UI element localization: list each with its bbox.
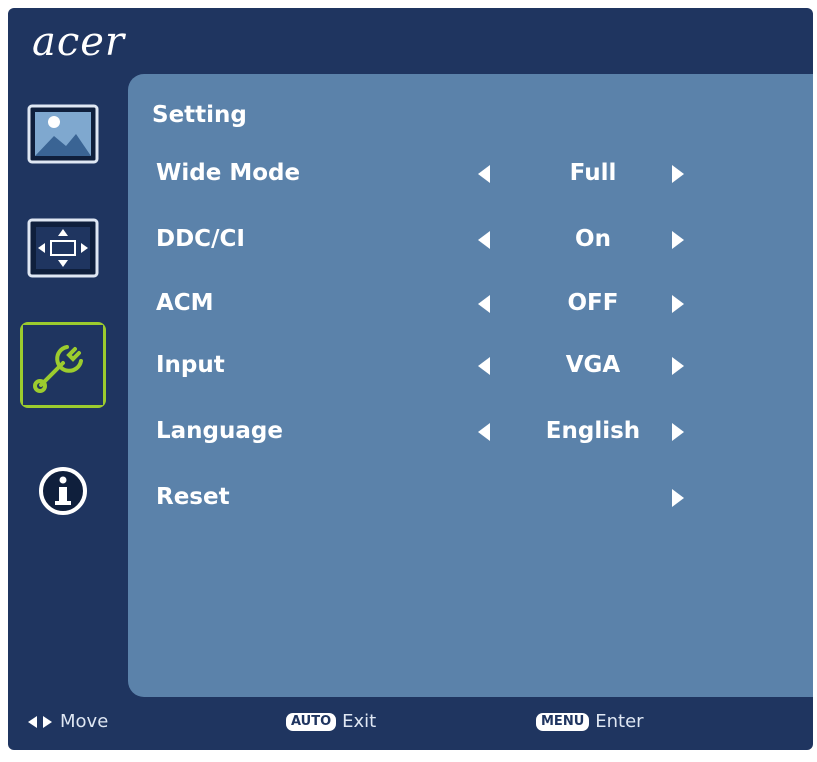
right-arrow-icon[interactable]: [666, 354, 690, 378]
row-value: On: [575, 226, 611, 252]
right-arrow-icon[interactable]: [666, 292, 690, 316]
menu-key-badge: MENU: [536, 712, 590, 731]
footer-enter: MENU Enter: [536, 711, 644, 732]
right-arrow-icon[interactable]: [666, 420, 690, 444]
setting-row-reset[interactable]: Reset: [128, 478, 813, 518]
row-label: Input: [156, 352, 225, 378]
footer-exit-label: Exit: [342, 711, 377, 732]
row-value: OFF: [567, 290, 619, 316]
row-label: ACM: [156, 290, 214, 316]
wrench-setting-icon[interactable]: [20, 322, 106, 408]
row-value: Full: [569, 160, 617, 186]
right-arrow-icon[interactable]: [666, 162, 690, 186]
footer-enter-label: Enter: [595, 711, 644, 732]
row-label: Wide Mode: [156, 160, 301, 186]
setting-row-acm[interactable]: ACM OFF: [128, 284, 813, 324]
setting-row-language[interactable]: Language English: [128, 412, 813, 452]
left-arrow-icon[interactable]: [472, 292, 496, 316]
row-label: DDC/CI: [156, 226, 245, 252]
left-arrow-icon[interactable]: [472, 228, 496, 252]
row-label: Language: [156, 418, 283, 444]
acer-logo: acer: [32, 19, 126, 65]
settings-panel: Setting Wide Mode Full DDC/CI On ACM OFF…: [128, 74, 813, 697]
left-right-arrows-icon: [28, 715, 52, 728]
info-icon[interactable]: [24, 456, 102, 526]
setting-row-ddc-ci[interactable]: DDC/CI On: [128, 220, 813, 260]
footer-exit: AUTO Exit: [286, 711, 376, 732]
setting-row-wide-mode[interactable]: Wide Mode Full: [128, 154, 813, 194]
footer-move: Move: [26, 711, 108, 732]
setting-row-input[interactable]: Input VGA: [128, 346, 813, 386]
right-arrow-icon[interactable]: [666, 486, 690, 510]
left-arrow-icon[interactable]: [472, 420, 496, 444]
row-value: VGA: [565, 352, 621, 378]
row-label: Reset: [156, 484, 230, 510]
osd-footer: Move AUTO Exit MENU Enter: [8, 705, 813, 741]
footer-move-label: Move: [60, 711, 109, 732]
picture-icon[interactable]: [24, 100, 102, 170]
right-arrow-icon[interactable]: [666, 228, 690, 252]
left-arrow-icon[interactable]: [472, 354, 496, 378]
panel-title: Setting: [152, 102, 247, 128]
row-value: English: [545, 418, 641, 444]
position-arrows-icon[interactable]: [24, 214, 102, 284]
auto-key-badge: AUTO: [286, 712, 337, 731]
left-arrow-icon[interactable]: [472, 162, 496, 186]
osd-menu-window: acer Setting Wide Mode Full DDC/CI On AC…: [8, 8, 813, 750]
